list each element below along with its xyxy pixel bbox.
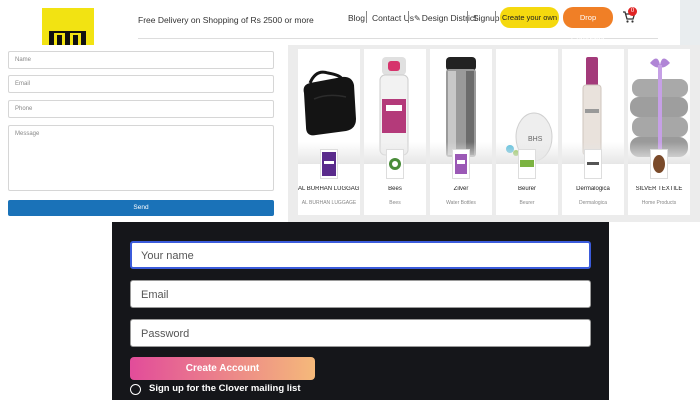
product-card[interactable]: Bees Bees xyxy=(364,49,426,215)
brand-badge xyxy=(518,149,536,179)
brand-badge xyxy=(320,149,338,179)
product-image xyxy=(628,49,690,164)
product-card[interactable]: Dermalogica Dermalogica xyxy=(562,49,624,215)
product-name: SILVER TEXTILE xyxy=(635,186,683,192)
product-name: AL BURHAN LUGGAGE xyxy=(298,186,360,192)
product-card[interactable]: BHS Beurer Beurer xyxy=(496,49,558,215)
page: Free Delivery on Shopping of Rs 2500 or … xyxy=(0,0,700,400)
product-brand: Home Products xyxy=(641,200,677,206)
mailing-list-radio[interactable] xyxy=(130,384,141,395)
product-brand: Bees xyxy=(389,200,401,206)
email-field[interactable]: Email xyxy=(8,75,274,93)
product-brand: Beurer xyxy=(519,200,535,206)
product-brand: AL BURHAN LUGGAGE xyxy=(301,200,357,206)
phone-field[interactable]: Phone xyxy=(8,100,274,118)
brand-badge xyxy=(584,149,602,179)
scroll-strip xyxy=(680,0,700,45)
nav-separator xyxy=(467,11,468,23)
product-name: Zilver xyxy=(453,186,469,192)
message-field[interactable]: Message xyxy=(8,125,274,191)
send-button[interactable]: Send xyxy=(8,200,274,216)
nav-design-district-label: Design District xyxy=(421,13,477,23)
product-name: Beurer xyxy=(517,186,536,192)
site-header: Free Delivery on Shopping of Rs 2500 or … xyxy=(0,0,700,45)
brand-badge xyxy=(452,149,470,179)
product-name: Dermalogica xyxy=(576,186,610,192)
logo-mark xyxy=(42,31,94,45)
brand-badge xyxy=(386,149,404,179)
drop-complaint-button[interactable]: Drop Complaint xyxy=(563,7,613,43)
pencil-icon: ✎ xyxy=(414,14,421,23)
product-grid: AL BURHAN LUGGAGE AL BURHAN LUGGAGE Bees xyxy=(288,45,700,222)
email-input[interactable]: Email xyxy=(130,280,591,308)
product-brand: Dermalogica xyxy=(578,200,608,206)
name-field[interactable]: Name xyxy=(8,51,274,69)
nav-separator xyxy=(495,11,496,23)
product-card[interactable]: AL BURHAN LUGGAGE AL BURHAN LUGGAGE xyxy=(298,49,360,215)
signup-panel: Your name Email Password Create Account … xyxy=(112,222,609,400)
contact-form: Name Email Phone Message Send xyxy=(0,45,288,222)
delivery-tagline: Free Delivery on Shopping of Rs 2500 or … xyxy=(138,15,314,25)
product-image xyxy=(562,49,624,164)
product-image xyxy=(430,49,492,164)
product-name: Bees xyxy=(388,186,402,192)
product-image: BHS xyxy=(496,49,558,164)
create-account-button[interactable]: Create Account xyxy=(130,357,315,380)
password-input[interactable]: Password xyxy=(130,319,591,347)
product-image xyxy=(364,49,426,164)
brand-logo[interactable] xyxy=(42,8,94,45)
nav-separator xyxy=(408,11,409,23)
product-card[interactable]: Zilver Water Bottles xyxy=(430,49,492,215)
your-name-input[interactable]: Your name xyxy=(130,241,591,269)
product-image xyxy=(298,49,360,164)
cart-count-badge: 0 xyxy=(628,7,637,16)
product-card[interactable]: SILVER TEXTILE Home Products xyxy=(628,49,690,215)
mailing-list-label: Sign up for the Clover mailing list xyxy=(149,383,301,394)
nav-blog[interactable]: Blog xyxy=(348,13,365,23)
create-your-own-button[interactable]: Create your own xyxy=(500,7,559,28)
product-brand: Water Bottles xyxy=(446,200,476,206)
nav-separator xyxy=(366,11,367,23)
brand-badge xyxy=(650,149,668,179)
